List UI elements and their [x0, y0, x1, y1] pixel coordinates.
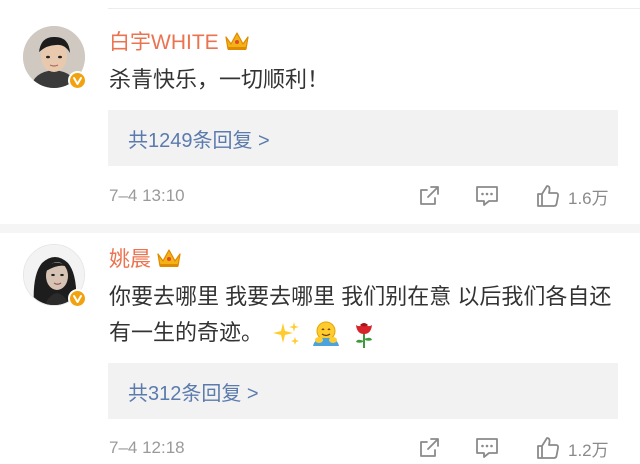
- author-name[interactable]: 姚晨: [109, 243, 151, 273]
- verified-badge-icon: [68, 71, 87, 90]
- top-divider: [108, 8, 640, 9]
- like-count: 1.6万: [568, 188, 609, 208]
- timestamp: 7–4 12:18: [109, 438, 185, 457]
- share-icon[interactable]: [417, 436, 441, 460]
- comment-author[interactable]: 白宇WHITE: [109, 26, 250, 56]
- view-replies-button[interactable]: 共1249条回复 >: [108, 110, 618, 166]
- comment-meta: 7–4 12:18 1.2万: [109, 433, 624, 463]
- comment-text: 你要去哪里 我要去哪里 我们别在意 以后我们各自还有一生的奇迹。: [109, 279, 629, 351]
- like-count: 1.2万: [568, 440, 609, 460]
- action-bar: 1.6万: [417, 181, 609, 211]
- like-icon[interactable]: [535, 183, 561, 209]
- share-icon[interactable]: [417, 184, 441, 208]
- verified-badge-icon: [68, 289, 87, 308]
- comment-text: 杀青快乐，一切顺利！: [109, 67, 330, 92]
- timestamp: 7–4 13:10: [109, 186, 185, 205]
- comment-divider: [0, 224, 640, 233]
- view-replies-button[interactable]: 共312条回复 >: [108, 363, 618, 419]
- comment-author[interactable]: 姚晨: [109, 243, 182, 273]
- action-bar: 1.2万: [417, 433, 609, 463]
- author-name[interactable]: 白宇WHITE: [109, 26, 219, 56]
- comment-meta: 7–4 13:10 1.6万: [109, 181, 624, 211]
- comment-icon[interactable]: [474, 436, 500, 460]
- crown-badge-icon: [156, 247, 182, 269]
- sparkles-icon: [273, 320, 301, 348]
- comment-icon[interactable]: [474, 184, 500, 208]
- like-icon[interactable]: [535, 435, 561, 461]
- crown-badge-icon: [224, 30, 250, 52]
- rose-icon: [351, 319, 377, 349]
- hug-face-icon: [311, 320, 341, 348]
